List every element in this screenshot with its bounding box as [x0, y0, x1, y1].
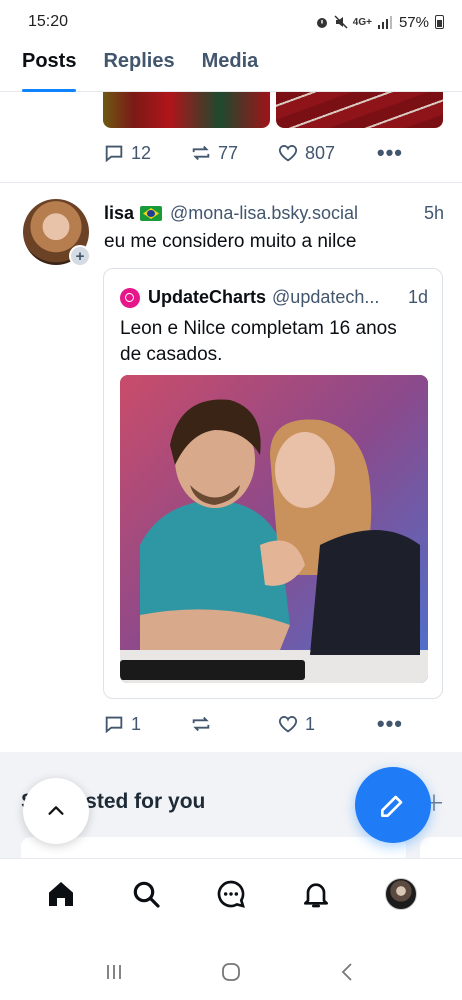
- status-time: 15:20: [28, 13, 69, 30]
- battery-icon: [435, 15, 444, 29]
- repost-button[interactable]: [190, 713, 277, 735]
- quoted-post[interactable]: UpdateCharts @updatech... 1d Leon e Nilc…: [103, 268, 443, 699]
- chat-icon: [217, 880, 245, 908]
- repost-icon: [192, 716, 210, 732]
- previous-post-image[interactable]: [103, 92, 270, 128]
- reply-count: 12: [131, 142, 152, 163]
- reply-count: 1: [131, 713, 142, 734]
- quote-image[interactable]: [120, 375, 428, 683]
- previous-post-actions: 12 77 807 •••: [103, 140, 403, 166]
- back-icon: [342, 963, 352, 981]
- more-options-icon[interactable]: •••: [377, 711, 403, 737]
- reply-button[interactable]: 12: [103, 142, 190, 164]
- quote-header: UpdateCharts @updatech... 1d: [120, 287, 428, 308]
- recent-apps-icon: [106, 965, 121, 979]
- signal-icon: [377, 16, 392, 29]
- repost-count: 77: [217, 142, 238, 163]
- profile-tabs: Posts Replies Media: [0, 44, 462, 92]
- like-button[interactable]: 807: [277, 142, 377, 164]
- mute-icon: [334, 15, 348, 29]
- post-text: eu me considero muito a nilce: [104, 231, 357, 252]
- tab-media[interactable]: Media: [202, 44, 259, 91]
- like-count: 807: [304, 142, 335, 163]
- post-actions: 1 1 •••: [103, 711, 403, 737]
- heart-icon: [278, 716, 298, 733]
- nav-chat[interactable]: [209, 872, 253, 916]
- home-button[interactable]: [211, 952, 251, 992]
- repost-icon: [192, 145, 210, 161]
- follow-plus-icon[interactable]: +: [69, 245, 91, 267]
- status-right: 4G+ 57%: [315, 14, 444, 31]
- nav-notifications[interactable]: [294, 872, 338, 916]
- network-label: 4G+: [352, 16, 372, 28]
- tab-replies[interactable]: Replies: [103, 44, 174, 91]
- recent-apps-button[interactable]: [94, 952, 134, 992]
- like-button[interactable]: 1: [277, 713, 377, 735]
- quote-author: UpdateCharts: [148, 287, 267, 307]
- compose-icon: [381, 795, 403, 817]
- post-author[interactable]: lisa: [104, 203, 134, 224]
- reply-icon: [105, 716, 123, 734]
- like-count: 1: [304, 713, 315, 734]
- reply-button[interactable]: 1: [103, 713, 190, 735]
- quote-handle: @updatech...: [272, 287, 380, 307]
- post-divider: [0, 182, 462, 183]
- tab-posts[interactable]: Posts: [22, 44, 77, 92]
- search-icon: [133, 881, 160, 908]
- more-options-icon[interactable]: •••: [377, 140, 403, 166]
- nav-profile[interactable]: [379, 872, 423, 916]
- chevron-up-icon: [48, 806, 64, 815]
- nav-search[interactable]: [124, 872, 168, 916]
- notifications-icon: [304, 882, 329, 907]
- reply-icon: [105, 145, 123, 163]
- repost-button[interactable]: 77: [190, 142, 277, 164]
- quote-time: 1d: [407, 287, 428, 307]
- quote-text: Leon e Nilce completam 16 anos de casado…: [120, 318, 397, 365]
- post-handle[interactable]: @mona-lisa.bsky.social: [170, 203, 358, 224]
- heart-icon: [278, 145, 298, 162]
- status-bar: 15:20 4G+ 57%: [0, 0, 462, 44]
- profile-avatar: [385, 877, 418, 910]
- brazil-flag-icon: [140, 206, 163, 221]
- battery-percent: 57%: [398, 13, 429, 31]
- couple-photo: [120, 375, 428, 683]
- home-circle-icon: [222, 963, 240, 981]
- bottom-navigation: [0, 858, 462, 928]
- status-icons: 4G+: [315, 15, 393, 29]
- system-navigation: [0, 944, 462, 1000]
- post-time[interactable]: 5h: [424, 203, 444, 224]
- previous-post-media[interactable]: [103, 92, 443, 128]
- scroll-to-top-button[interactable]: [23, 778, 89, 844]
- home-icon: [48, 881, 73, 906]
- previous-post-image[interactable]: [276, 92, 443, 128]
- quote-author-avatar: [120, 287, 140, 308]
- alarm-icon: [316, 18, 327, 28]
- post-header: lisa @mona-lisa.bsky.social 5h: [104, 203, 444, 224]
- nav-home[interactable]: [39, 872, 83, 916]
- back-button[interactable]: [328, 952, 368, 992]
- compose-button[interactable]: [355, 767, 431, 843]
